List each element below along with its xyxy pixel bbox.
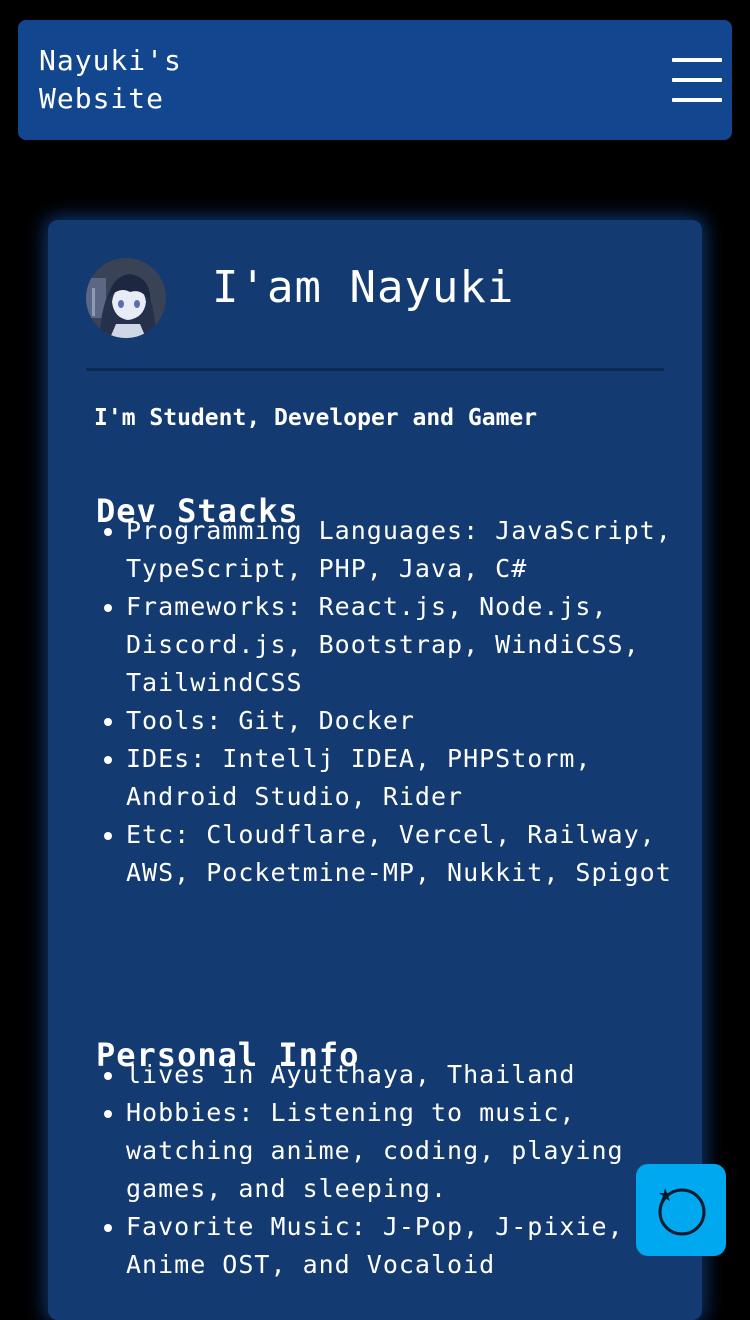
list-item: Favorite Music: J-Pop, J-pixie, Anime OS… bbox=[126, 1208, 686, 1284]
list-item: Tools: Git, Docker bbox=[126, 702, 686, 740]
anime-avatar-icon bbox=[86, 258, 166, 338]
personal-info-list: lives in Ayutthaya, Thailand Hobbies: Li… bbox=[96, 1056, 686, 1284]
navbar: Nayuki's Website bbox=[18, 20, 732, 140]
hamburger-menu-icon[interactable] bbox=[672, 58, 722, 104]
theme-toggle-button[interactable] bbox=[636, 1164, 726, 1256]
menu-bar bbox=[672, 98, 722, 102]
theme-toggle-icon bbox=[658, 1188, 706, 1236]
list-item: Frameworks: React.js, Node.js, Discord.j… bbox=[126, 588, 686, 702]
dev-stacks-list: Programming Languages: JavaScript, TypeS… bbox=[96, 512, 686, 892]
profile-title: I'am Nayuki bbox=[212, 262, 515, 313]
avatar bbox=[86, 258, 166, 338]
list-item: Programming Languages: JavaScript, TypeS… bbox=[126, 512, 686, 588]
site-brand[interactable]: Nayuki's Website bbox=[39, 42, 279, 118]
profile-card: I'am Nayuki I'm Student, Developer and G… bbox=[48, 220, 702, 1320]
profile-tagline: I'm Student, Developer and Gamer bbox=[94, 405, 538, 431]
menu-bar bbox=[672, 78, 722, 82]
menu-bar bbox=[672, 58, 722, 62]
list-item: Hobbies: Listening to music, watching an… bbox=[126, 1094, 686, 1208]
list-item: IDEs: Intellj IDEA, PHPStorm, Android St… bbox=[126, 740, 686, 816]
list-item: Etc: Cloudflare, Vercel, Railway, AWS, P… bbox=[126, 816, 686, 892]
list-item: lives in Ayutthaya, Thailand bbox=[126, 1056, 686, 1094]
divider bbox=[86, 368, 664, 371]
